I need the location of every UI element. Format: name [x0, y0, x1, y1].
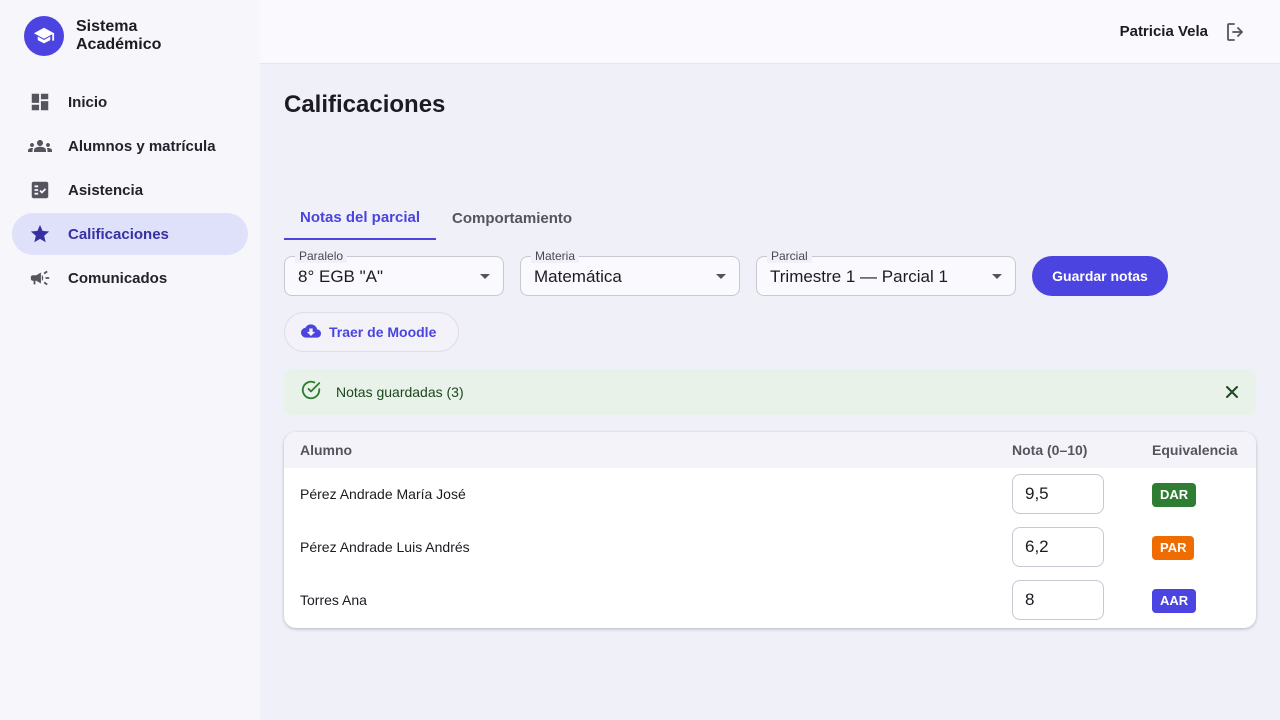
sidebar-item-inicio[interactable]: Inicio [12, 81, 248, 123]
paralelo-label: Paralelo [295, 249, 348, 263]
table-row: Pérez Andrade María José DAR [284, 468, 1256, 521]
column-header-equivalencia: Equivalencia [1152, 442, 1238, 458]
table-header: Alumno Nota (0–10) Equivalencia [284, 432, 1256, 468]
sidebar: Sistema Académico Inicio Alumnos y matrí… [0, 0, 260, 720]
cloud-download-icon [301, 321, 321, 344]
check-circle-icon [300, 379, 322, 406]
megaphone-icon [28, 266, 52, 290]
logout-icon[interactable] [1224, 20, 1248, 44]
equivalence-badge: PAR [1152, 536, 1195, 560]
table-row: Torres Ana AAR [284, 574, 1256, 627]
brand: Sistema Académico [24, 16, 186, 56]
star-icon [28, 222, 52, 246]
student-name: Pérez Andrade María José [300, 486, 466, 502]
parcial-select[interactable]: Parcial Trimestre 1 — Parcial 1 [756, 249, 1016, 296]
alert-message: Notas guardadas (3) [336, 384, 464, 400]
caret-down-icon [480, 274, 490, 279]
tabs: Notas del parcial Comportamiento [284, 196, 588, 240]
checklist-icon [28, 178, 52, 202]
top-bar: Patricia Vela [260, 0, 1280, 64]
sidebar-item-label: Comunicados [68, 269, 168, 287]
student-name: Pérez Andrade Luis Andrés [300, 539, 470, 555]
close-icon[interactable] [1224, 384, 1240, 400]
column-header-alumno: Alumno [300, 442, 353, 458]
sidebar-item-label: Inicio [68, 93, 108, 111]
parcial-label: Parcial [767, 249, 812, 263]
people-icon [28, 134, 52, 158]
grades-table: Alumno Nota (0–10) Equivalencia Pérez An… [284, 432, 1256, 628]
sidebar-item-calificaciones[interactable]: Calificaciones [12, 213, 248, 255]
student-name: Torres Ana [300, 592, 367, 608]
equivalence-badge: AAR [1152, 589, 1197, 613]
sidebar-nav: Inicio Alumnos y matrícula Asistencia Ca… [12, 81, 248, 301]
paralelo-select[interactable]: Paralelo 8° EGB "A" [284, 249, 504, 296]
user-name: Patricia Vela [1119, 23, 1208, 40]
column-header-nota: Nota (0–10) [1012, 442, 1088, 458]
grade-input[interactable] [1012, 527, 1104, 567]
dashboard-icon [28, 90, 52, 114]
grade-input[interactable] [1012, 580, 1104, 620]
sidebar-item-asistencia[interactable]: Asistencia [12, 169, 248, 211]
materia-value: Matemática [534, 267, 622, 286]
equivalence-badge: DAR [1152, 483, 1197, 507]
parcial-value: Trimestre 1 — Parcial 1 [770, 267, 948, 286]
moodle-import-button[interactable]: Traer de Moodle [284, 312, 459, 352]
caret-down-icon [716, 274, 726, 279]
graduation-cap-icon [24, 16, 64, 56]
brand-name: Sistema Académico [76, 18, 162, 53]
caret-down-icon [992, 274, 1002, 279]
table-row: Pérez Andrade Luis Andrés PAR [284, 521, 1256, 574]
tab-comportamiento[interactable]: Comportamiento [436, 196, 588, 240]
tab-notas-del-parcial[interactable]: Notas del parcial [284, 196, 437, 240]
moodle-import-label: Traer de Moodle [329, 324, 437, 340]
success-alert: Notas guardadas (3) [284, 369, 1256, 415]
sidebar-item-label: Calificaciones [68, 225, 169, 243]
sidebar-item-label: Alumnos y matrícula [68, 137, 216, 155]
sidebar-item-alumnos[interactable]: Alumnos y matrícula [12, 125, 248, 167]
materia-label: Materia [531, 249, 580, 263]
paralelo-value: 8° EGB "A" [298, 267, 384, 286]
materia-select[interactable]: Materia Matemática [520, 249, 740, 296]
grade-input[interactable] [1012, 474, 1104, 514]
page-title: Calificaciones [284, 91, 446, 118]
save-grades-button[interactable]: Guardar notas [1032, 256, 1168, 296]
sidebar-item-label: Asistencia [68, 181, 144, 199]
sidebar-item-comunicados[interactable]: Comunicados [12, 257, 248, 299]
